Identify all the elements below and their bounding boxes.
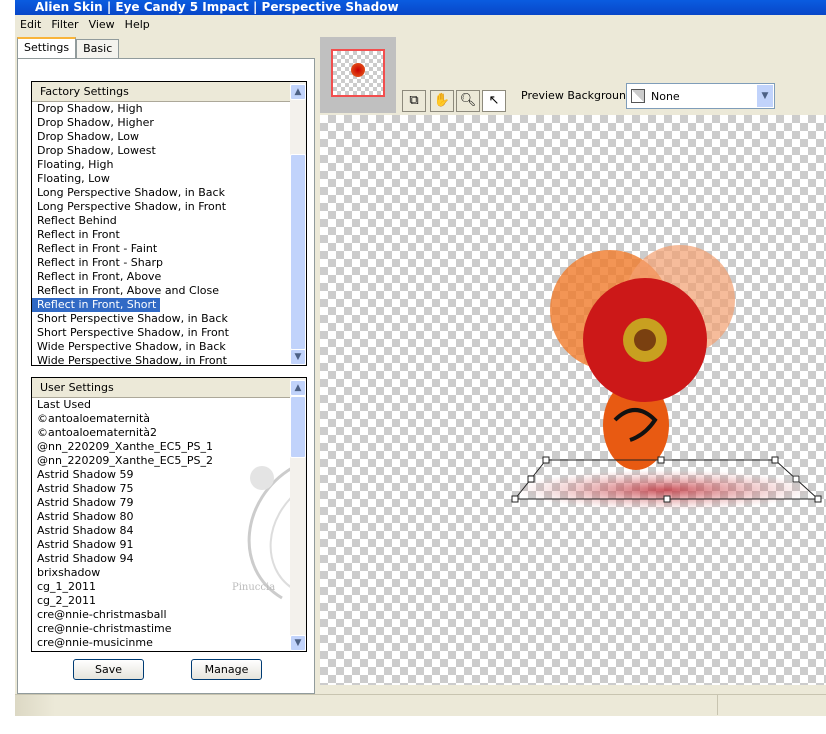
list-item[interactable]: Reflect in Front, Short xyxy=(32,298,290,312)
list-item[interactable]: Wide Perspective Shadow, in Back xyxy=(32,340,290,354)
thumbnail-image xyxy=(351,63,365,77)
list-item-label: Reflect in Front, Short xyxy=(32,298,161,312)
list-item-label: ©antoaloematernità2 xyxy=(37,426,157,439)
menu-edit[interactable]: Edit xyxy=(15,15,46,35)
menu-bar: Edit Filter View Help xyxy=(15,15,155,35)
list-item[interactable]: @nn_220209_Xanthe_EC5_PS_1 xyxy=(32,440,290,454)
chevron-down-icon[interactable]: ▼ xyxy=(757,85,773,107)
list-item[interactable]: Drop Shadow, Low xyxy=(32,130,290,144)
tab-basic[interactable]: Basic xyxy=(76,39,120,58)
list-item[interactable]: Reflect in Front - Faint xyxy=(32,242,290,256)
tab-settings[interactable]: Settings xyxy=(17,37,77,58)
view-rectangle[interactable] xyxy=(331,49,385,97)
list-item[interactable]: Last Used xyxy=(32,398,290,412)
list-item[interactable]: cre@nnie-christmastime xyxy=(32,622,290,636)
scroll-down-icon[interactable]: ▼ xyxy=(290,349,306,365)
list-item-label: cre@nnie-musicinme xyxy=(37,636,153,649)
menu-view[interactable]: View xyxy=(84,15,120,35)
list-item[interactable]: Wide Perspective Shadow, in Front xyxy=(32,354,290,365)
user-scrollbar[interactable]: ▲ ▼ xyxy=(290,378,306,651)
list-item-label: Floating, High xyxy=(37,158,114,171)
svg-text:Pinuccia: Pinuccia xyxy=(232,582,275,593)
list-item[interactable]: Short Perspective Shadow, in Front xyxy=(32,326,290,340)
list-item-label: @nn_220209_Xanthe_EC5_PS_1 xyxy=(37,440,213,453)
window-title: Alien Skin | Eye Candy 5 Impact | Perspe… xyxy=(35,0,399,14)
list-item-label: Drop Shadow, Higher xyxy=(37,116,154,129)
reflection-shadow xyxy=(515,470,815,510)
hand-tool-icon[interactable]: ✋ xyxy=(430,90,454,112)
manage-button[interactable]: Manage xyxy=(191,659,262,680)
list-item[interactable]: Reflect in Front, Above xyxy=(32,270,290,284)
list-item-label: Long Perspective Shadow, in Front xyxy=(37,200,227,213)
swatch-icon xyxy=(631,89,645,103)
list-item-label: Drop Shadow, Low xyxy=(37,130,140,143)
list-item-label: Wide Perspective Shadow, in Front xyxy=(37,354,227,365)
save-button[interactable]: Save xyxy=(73,659,144,680)
settings-panel: Factory Settings Drop Shadow, High Drop S… xyxy=(17,58,315,694)
list-item[interactable]: cre@nnie-patries xyxy=(32,650,290,651)
list-item[interactable]: Short Perspective Shadow, in Back xyxy=(32,312,290,326)
list-item-label: cre@nnie-christmasball xyxy=(37,608,167,621)
list-item[interactable]: ©antoaloematernità2 xyxy=(32,426,290,440)
factory-settings-list[interactable]: Factory Settings Drop Shadow, High Drop S… xyxy=(31,81,307,366)
scroll-up-icon[interactable]: ▲ xyxy=(290,380,306,396)
list-item[interactable]: Drop Shadow, Higher xyxy=(32,116,290,130)
scroll-thumb[interactable] xyxy=(290,154,306,350)
list-item[interactable]: Reflect in Front xyxy=(32,228,290,242)
preview-image xyxy=(511,245,822,510)
list-item-label: Short Perspective Shadow, in Front xyxy=(37,326,229,339)
list-item-label: Reflect in Front - Sharp xyxy=(37,256,163,269)
preview-canvas[interactable] xyxy=(320,115,826,685)
list-item[interactable]: Reflect Behind xyxy=(32,214,290,228)
list-item-label: Reflect in Front, Above and Close xyxy=(37,284,219,297)
list-item-label: Drop Shadow, Lowest xyxy=(37,144,156,157)
preview-background-label: Preview Background: xyxy=(521,89,637,102)
list-item[interactable]: ©antoaloematernità xyxy=(32,412,290,426)
list-item-label: Reflect in Front xyxy=(37,228,120,241)
preview-background-select[interactable]: None ▼ xyxy=(626,83,775,109)
list-item[interactable]: Long Perspective Shadow, in Front xyxy=(32,200,290,214)
list-item-label: Reflect in Front - Faint xyxy=(37,242,158,255)
list-item-label: cre@nnie-patries xyxy=(32,650,290,651)
pointer-tool-icon[interactable]: ↖ xyxy=(482,90,506,112)
list-item[interactable]: Floating, High xyxy=(32,158,290,172)
flower-image xyxy=(550,245,735,402)
list-item-label: Drop Shadow, High xyxy=(37,102,143,115)
list-item[interactable]: Long Perspective Shadow, in Back xyxy=(32,186,290,200)
scroll-up-icon[interactable]: ▲ xyxy=(290,84,306,100)
list-item[interactable]: Reflect in Front - Sharp xyxy=(32,256,290,270)
list-item-label: Short Perspective Shadow, in Back xyxy=(37,312,228,325)
list-item-label: cre@nnie-christmastime xyxy=(37,622,172,635)
preview-background-value: None xyxy=(651,90,680,103)
factory-items: Drop Shadow, High Drop Shadow, Higher Drop… xyxy=(32,102,290,365)
list-item[interactable]: cre@nnie-christmasball xyxy=(32,608,290,622)
list-item[interactable]: Drop Shadow, Lowest xyxy=(32,144,290,158)
menu-filter[interactable]: Filter xyxy=(46,15,83,35)
status-bar xyxy=(15,694,826,716)
list-item[interactable]: Drop Shadow, High xyxy=(32,102,290,116)
scroll-thumb[interactable] xyxy=(290,396,306,458)
zoom-tool-icon[interactable]: 🔍︎ xyxy=(456,90,480,112)
scroll-down-icon[interactable]: ▼ xyxy=(290,635,306,651)
factory-settings-header: Factory Settings xyxy=(32,82,306,102)
list-item[interactable]: Reflect in Front, Above and Close xyxy=(32,284,290,298)
user-settings-header: User Settings xyxy=(32,378,306,398)
preview-toggle-icon[interactable]: ⧉ xyxy=(402,90,426,112)
app-window: Edit Filter View Help Settings Basic Fac… xyxy=(15,15,826,716)
menu-help[interactable]: Help xyxy=(120,15,155,35)
list-item-label: Floating, Low xyxy=(37,172,110,185)
tab-strip: Settings Basic xyxy=(17,37,120,58)
list-item-label: Reflect in Front, Above xyxy=(37,270,162,283)
list-item-label: Long Perspective Shadow, in Back xyxy=(37,186,225,199)
list-item[interactable]: cre@nnie-musicinme xyxy=(32,636,290,650)
list-item-label: ©antoaloematernità xyxy=(37,412,150,425)
list-item-label: Wide Perspective Shadow, in Back xyxy=(37,340,226,353)
title-bar: Alien Skin | Eye Candy 5 Impact | Perspe… xyxy=(15,0,826,15)
list-item[interactable]: Floating, Low xyxy=(32,172,290,186)
list-item-label: Reflect Behind xyxy=(37,214,117,227)
list-item-label: Last Used xyxy=(37,398,91,411)
factory-scrollbar[interactable]: ▲ ▼ xyxy=(290,82,306,365)
user-settings-list[interactable]: User Settings Last Used ©antoaloematernit… xyxy=(31,377,307,652)
navigator-thumbnail[interactable] xyxy=(320,37,396,113)
